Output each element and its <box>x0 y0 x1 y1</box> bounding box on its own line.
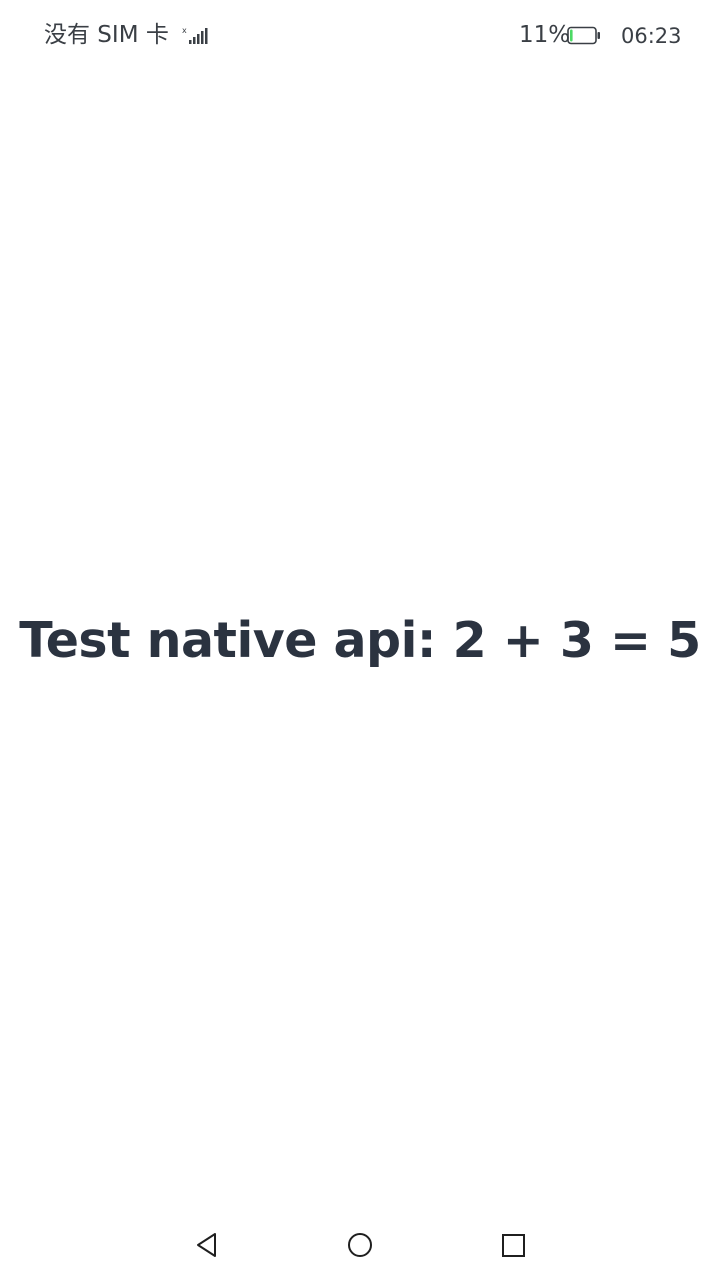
carrier-label: 没有 SIM 卡 <box>44 22 169 48</box>
back-icon[interactable] <box>190 1228 224 1262</box>
svg-text:x: x <box>182 26 187 35</box>
navigation-bar <box>0 1210 720 1280</box>
battery-percent: 11% <box>519 22 571 48</box>
app-screen: 没有 SIM 卡 x 11% 06:23 Test native api: 2 … <box>0 0 720 1280</box>
signal-icon: x <box>182 26 210 46</box>
main-content: Test native api: 2 + 3 = 5 <box>0 72 720 1210</box>
recents-icon[interactable] <box>496 1228 530 1262</box>
home-icon[interactable] <box>343 1228 377 1262</box>
clock: 06:23 <box>621 24 682 48</box>
status-bar: 没有 SIM 卡 x 11% 06:23 <box>0 0 720 72</box>
battery-icon <box>567 26 601 45</box>
native-api-result-text: Test native api: 2 + 3 = 5 <box>19 612 701 669</box>
